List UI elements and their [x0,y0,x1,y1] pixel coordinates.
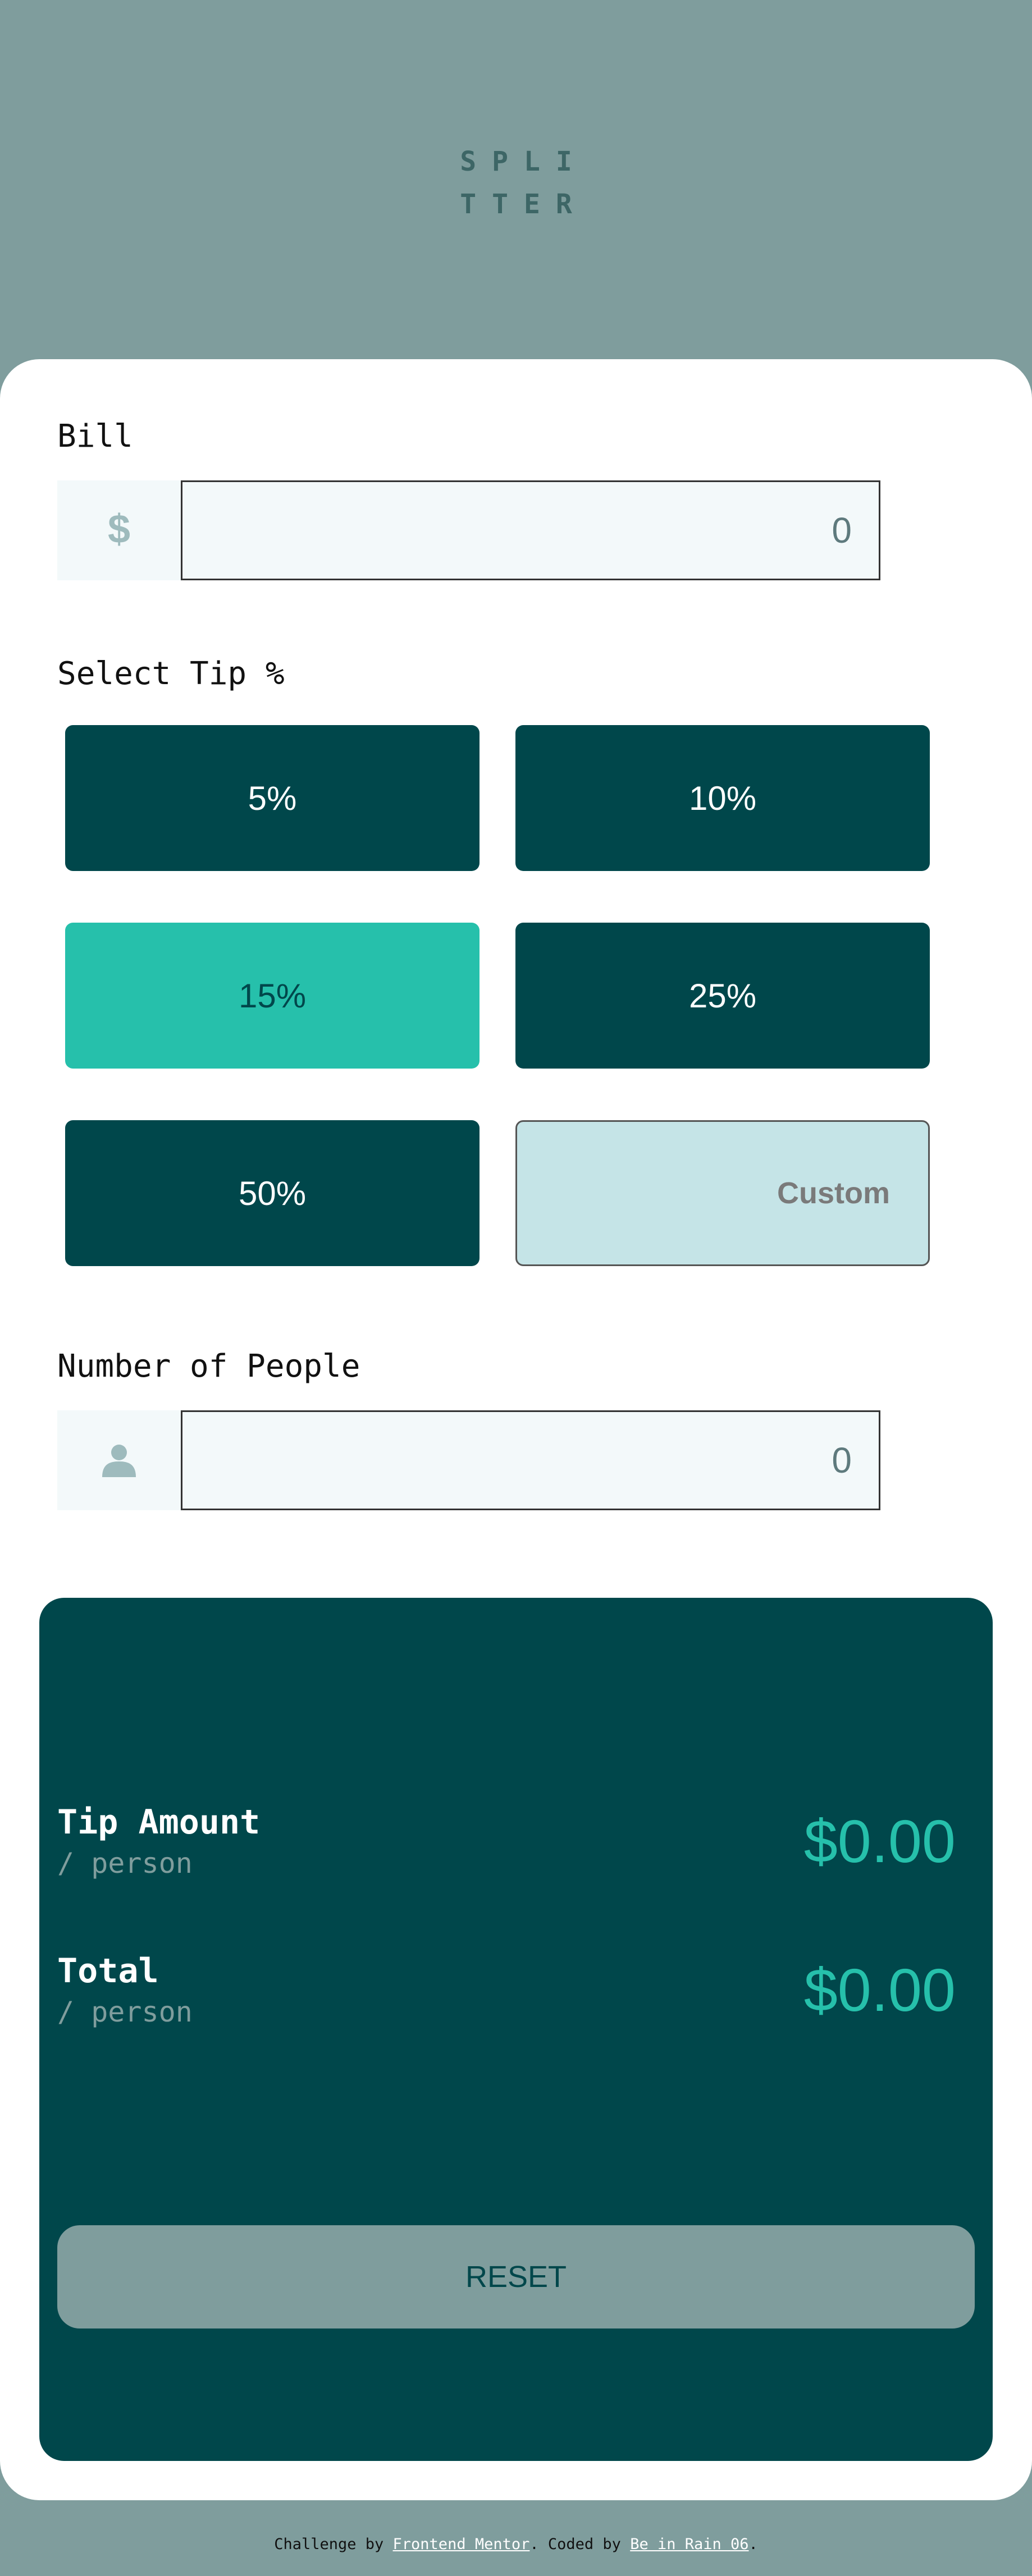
total-sub: / person [57,1996,193,2028]
frontend-mentor-link[interactable]: Frontend Mentor [393,2536,530,2553]
tip-button-50[interactable]: 50% [65,1120,480,1266]
people-label: Number of People [57,1348,360,1385]
tip-button-10[interactable]: 10% [515,725,930,871]
app-logo: SPLI TTER [0,140,1032,226]
tip-amount-label: Tip Amount [57,1803,261,1842]
tip-amount-value: $0.00 [803,1807,956,1875]
footer-attribution: Challenge by Frontend Mentor. Coded by B… [0,2536,1032,2553]
footer-prefix: Challenge by [274,2536,393,2553]
footer-suffix: . [748,2536,758,2553]
tip-button-5[interactable]: 5% [65,725,480,871]
dollar-icon: $ [57,480,181,580]
logo-line-1: SPLI [460,146,588,177]
tip-amount-sub: / person [57,1847,193,1880]
logo-line-2: TTER [460,189,588,220]
person-icon [57,1410,181,1510]
bill-input[interactable]: 0 [181,480,880,580]
people-input[interactable]: 0 [181,1410,880,1510]
footer-middle: . Coded by [529,2536,631,2553]
tip-label: Select Tip % [57,656,285,692]
results-panel: Tip Amount / person $0.00 Total / person… [39,1598,993,2461]
tip-button-25[interactable]: 25% [515,923,930,1069]
total-value: $0.00 [803,1956,956,2024]
author-link[interactable]: Be in Rain 06 [630,2536,748,2553]
total-label: Total [57,1951,159,1991]
reset-button[interactable]: RESET [57,2225,975,2329]
svg-text:$: $ [108,508,130,552]
tip-button-15[interactable]: 15% [65,923,480,1069]
bill-label: Bill [57,418,133,455]
custom-tip-input[interactable]: Custom [515,1120,930,1266]
